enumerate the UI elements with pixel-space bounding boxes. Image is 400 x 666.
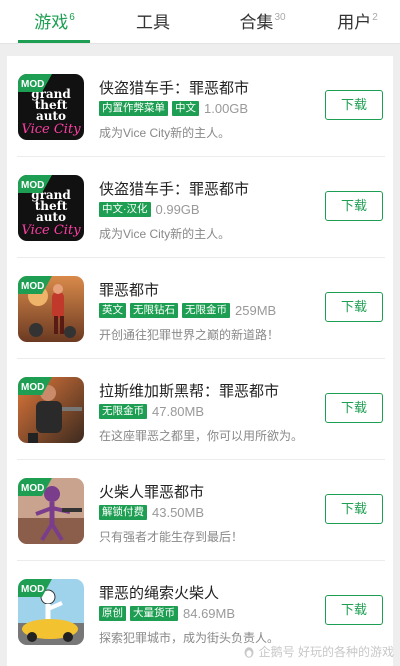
download-button[interactable]: 下载 — [325, 595, 383, 625]
app-title[interactable]: 火柴人罪恶都市 — [99, 481, 204, 502]
app-tag: 无限钻石 — [130, 303, 178, 318]
app-size: 84.69MB — [183, 606, 236, 621]
rope-stickman-icon[interactable]: MOD — [18, 579, 84, 645]
vegas-gangster-icon[interactable]: MOD — [18, 377, 84, 443]
stickman-crime-icon[interactable]: MOD — [18, 478, 84, 544]
svg-text:auto: auto — [36, 109, 66, 123]
mod-badge-icon: MOD — [18, 175, 52, 193]
app-tags: 无限金币 47.80MB — [99, 403, 204, 420]
crime-city-icon[interactable]: MOD — [18, 276, 84, 342]
mod-badge-label: MOD — [21, 382, 44, 393]
app-tag: 原创 — [99, 606, 126, 621]
penguin-logo-icon — [244, 646, 254, 658]
mod-badge-label: MOD — [21, 180, 44, 191]
tab-collections-badge: 30 — [274, 12, 286, 23]
watermark: 企鹅号 好玩的各种的游戏 — [243, 643, 394, 660]
app-tags: 内置作弊菜单 中文 1.00GB — [99, 100, 248, 117]
tab-tools-label: 工具 — [136, 13, 170, 32]
app-description: 在这座罪恶之都里，你可以用所欲为。 — [99, 429, 304, 443]
mod-badge-label: MOD — [21, 584, 44, 595]
app-size: 259MB — [235, 303, 277, 318]
app-tags: 原创 大量货币 84.69MB — [99, 605, 235, 622]
mod-badge-label: MOD — [21, 79, 44, 90]
app-tag: 中文·汉化 — [99, 202, 151, 217]
app-tags: 中文·汉化 0.99GB — [99, 201, 200, 218]
app-description: 只有强者才能生存到最后！ — [99, 530, 244, 544]
tab-users-badge: 2 — [372, 12, 378, 23]
gta-vice-city-icon[interactable]: grand theft auto Vice City MOD — [18, 74, 84, 140]
tab-games[interactable]: 游戏6 — [18, 0, 90, 44]
svg-text:auto: auto — [36, 210, 66, 224]
app-list: grand theft auto Vice City MOD 侠盗猎车手：罪恶都… — [7, 56, 393, 666]
app-tags: 解锁付费 43.50MB — [99, 504, 204, 521]
list-item[interactable]: MOD 火柴人罪恶都市 解锁付费 43.50MB 只有强者才能生存到最后！ 下载 — [7, 460, 393, 561]
app-tags: 英文 无限钻石 无限金币 259MB — [99, 302, 276, 319]
list-item[interactable]: grand theft auto Vice City MOD 侠盗猎车手：罪恶都… — [7, 157, 393, 258]
mod-badge-icon: MOD — [18, 74, 52, 92]
app-tag: 内置作弊菜单 — [99, 101, 168, 116]
tab-collections[interactable]: 合集30 — [222, 0, 302, 44]
download-button[interactable]: 下载 — [325, 393, 383, 423]
svg-text:Vice City: Vice City — [21, 122, 81, 137]
list-item[interactable]: MOD 拉斯维加斯黑帮：罪恶都市 无限金币 47.80MB 在这座罪恶之都里，你… — [7, 359, 393, 460]
app-tag: 无限金币 — [182, 303, 230, 318]
mod-badge-icon: MOD — [18, 478, 52, 496]
app-tag: 英文 — [99, 303, 126, 318]
app-tag: 大量货币 — [130, 606, 178, 621]
app-title[interactable]: 侠盗猎车手：罪恶都市 — [99, 77, 249, 98]
watermark-text: 企鹅号 好玩的各种的游戏 — [258, 645, 394, 659]
mod-badge-label: MOD — [21, 483, 44, 494]
mod-badge-icon: MOD — [18, 377, 52, 395]
app-tag: 中文 — [172, 101, 199, 116]
app-title[interactable]: 侠盗猎车手：罪恶都市 — [99, 178, 249, 199]
tab-users-label: 用户 — [337, 13, 372, 32]
app-size: 47.80MB — [152, 404, 205, 419]
app-title[interactable]: 拉斯维加斯黑帮：罪恶都市 — [99, 380, 279, 401]
app-title[interactable]: 罪恶都市 — [99, 279, 159, 300]
tab-games-label: 游戏 — [34, 13, 69, 32]
gta-vice-city-icon[interactable]: grand theft auto Vice City MOD — [18, 175, 84, 241]
app-description: 成为Vice City新的主人。 — [99, 227, 231, 241]
download-button[interactable]: 下载 — [325, 191, 383, 221]
app-size: 43.50MB — [152, 505, 205, 520]
app-title[interactable]: 罪恶的绳索火柴人 — [99, 582, 219, 603]
app-tag: 解锁付费 — [99, 505, 147, 520]
download-button[interactable]: 下载 — [325, 90, 383, 120]
tab-games-badge: 6 — [69, 12, 75, 23]
mod-badge-icon: MOD — [18, 276, 52, 294]
app-description: 成为Vice City新的主人。 — [99, 126, 231, 140]
download-button[interactable]: 下载 — [325, 292, 383, 322]
list-item[interactable]: MOD 罪恶都市 英文 无限钻石 无限金币 259MB 开创通往犯罪世界之巅的新… — [7, 258, 393, 359]
app-tag: 无限金币 — [99, 404, 147, 419]
app-size: 1.00GB — [204, 101, 249, 116]
active-tab-indicator — [18, 40, 90, 43]
tab-users[interactable]: 用户2 — [322, 0, 392, 44]
svg-text:Vice City: Vice City — [21, 223, 81, 238]
download-button[interactable]: 下载 — [325, 494, 383, 524]
list-item[interactable]: grand theft auto Vice City MOD 侠盗猎车手：罪恶都… — [7, 56, 393, 157]
tab-tools[interactable]: 工具 — [118, 0, 188, 44]
tab-collections-label: 合集 — [239, 13, 274, 32]
app-description: 开创通往犯罪世界之巅的新道路！ — [99, 328, 280, 342]
mod-badge-icon: MOD — [18, 579, 52, 597]
app-size: 0.99GB — [155, 202, 200, 217]
mod-badge-label: MOD — [21, 281, 44, 292]
top-tab-bar: 游戏6 工具 合集30 用户2 — [0, 0, 400, 44]
